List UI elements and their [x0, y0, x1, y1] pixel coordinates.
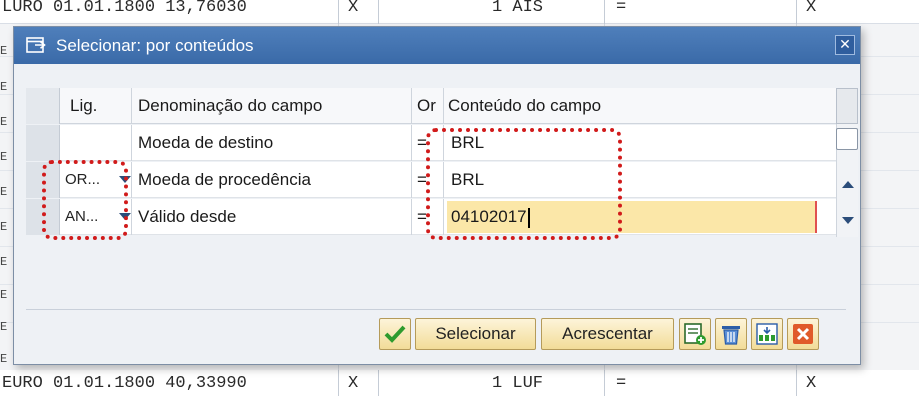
column-header-content: Conteúdo do campo: [448, 96, 602, 115]
column-header-or: Or: [417, 96, 436, 115]
table-header-row: Lig. Denominação do campo Or Conteúdo do…: [26, 88, 836, 124]
select-button[interactable]: Selecionar: [415, 318, 536, 350]
background-row-bottom: EURO 01.01.1800 40,33990 X 1 LUF = X: [0, 370, 919, 396]
row-checkbox[interactable]: [836, 128, 858, 150]
find-button[interactable]: [751, 318, 783, 350]
background-row-flag-2: X: [806, 0, 817, 17]
close-icon: ✕: [839, 36, 851, 52]
field-name: Moeda de destino: [138, 133, 274, 152]
field-name: Válido desde: [138, 207, 237, 226]
add-button[interactable]: Acrescentar: [541, 318, 674, 350]
add-row-button[interactable]: [679, 318, 711, 350]
background-row-currency: 1 LUF: [492, 374, 544, 393]
dialog-title: Selecionar: por conteúdos: [56, 35, 254, 55]
scroll-up-icon: [842, 181, 854, 188]
background-row-currency: 1 AIS: [492, 0, 544, 17]
background-row-marker: E: [0, 288, 8, 302]
background-row-text: LURO 01.01.1800 13,76030: [2, 0, 247, 17]
cancel-button[interactable]: [787, 318, 819, 350]
background-row-marker: E: [0, 320, 8, 334]
background-row-operator: =: [616, 0, 627, 17]
highlight-link-operators: [42, 160, 128, 240]
background-row-marker: E: [0, 150, 8, 164]
delete-icon: [722, 326, 740, 345]
background-row-marker: E: [0, 220, 8, 234]
ok-button[interactable]: [379, 318, 411, 350]
checkmark-icon: [384, 325, 406, 343]
find-icon: [756, 323, 778, 345]
add-row-icon: [684, 323, 706, 345]
background-row-marker: E: [0, 352, 8, 366]
cancel-icon: [793, 324, 813, 344]
background-row-marker: E: [0, 255, 8, 269]
highlight-content-values: [426, 128, 622, 240]
dialog-title-bar[interactable]: Selecionar: por conteúdos: [14, 27, 860, 64]
background-row-flag-2: X: [806, 374, 817, 393]
close-button[interactable]: ✕: [835, 35, 855, 55]
field-name: Moeda de procedência: [138, 170, 311, 189]
scroll-down-button[interactable]: [837, 210, 858, 231]
background-row-top: LURO 01.01.1800 13,76030 X 1 AIS = X: [0, 0, 919, 24]
column-settings-button[interactable]: [836, 88, 858, 124]
column-header-field-name: Denominação do campo: [138, 96, 323, 115]
background-row-text: EURO 01.01.1800 40,33990: [2, 374, 247, 393]
select-all-cell[interactable]: [26, 88, 60, 124]
background-row-marker: E: [0, 44, 8, 58]
dialog-window-icon: [26, 36, 46, 53]
dialog-button-bar: Selecionar Acrescentar: [14, 318, 862, 350]
footer-divider: [26, 309, 846, 310]
scroll-down-icon: [842, 217, 854, 224]
background-row-operator: =: [616, 374, 627, 393]
background-row-flag: X: [348, 374, 359, 393]
background-row-marker: E: [0, 80, 8, 94]
scroll-up-button[interactable]: [837, 174, 858, 195]
column-header-lig: Lig.: [70, 96, 98, 115]
background-row-marker: E: [0, 185, 8, 199]
background-row-flag: X: [348, 0, 359, 17]
background-row-marker: E: [0, 115, 8, 129]
row-selector[interactable]: [26, 125, 60, 161]
delete-button[interactable]: [715, 318, 747, 350]
